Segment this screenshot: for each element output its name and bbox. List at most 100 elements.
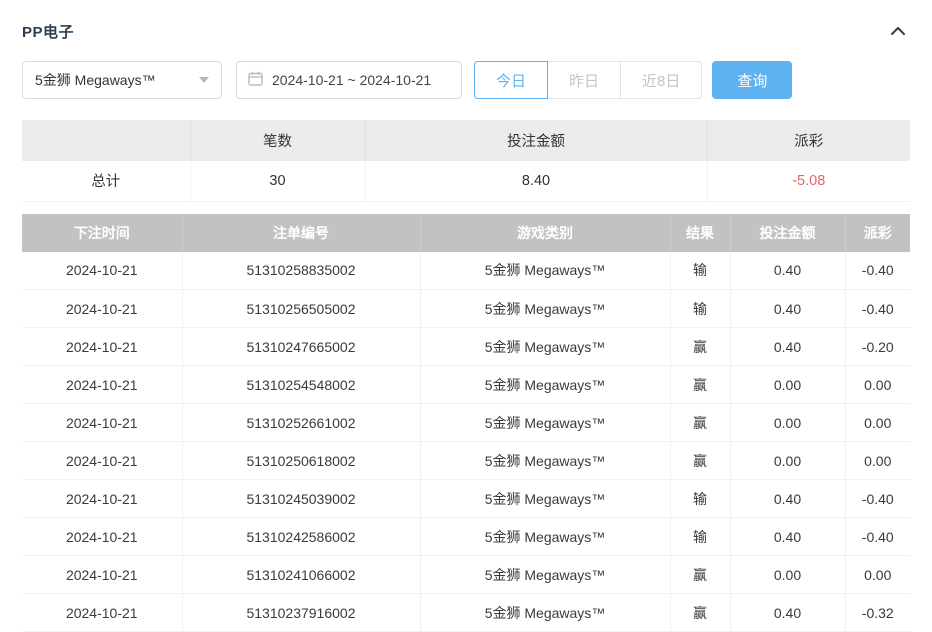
cell-game: 5金狮 Megaways™ (420, 556, 670, 594)
table-row: 2024-10-21513102410660025金狮 Megaways™赢0.… (22, 556, 910, 594)
summary-header-cell: 笔数 (190, 120, 365, 161)
cell-result: 输 (670, 252, 730, 290)
summary-header-cell: 投注金额 (365, 120, 707, 161)
summary-header-cell: 派彩 (707, 120, 910, 161)
cell-bet: 0.00 (730, 442, 845, 480)
caret-down-icon (199, 77, 209, 83)
cell-result: 赢 (670, 556, 730, 594)
bets-header-row: 下注时间注单编号游戏类别结果投注金额派彩 (22, 214, 910, 252)
cell-payout: 0.00 (845, 442, 910, 480)
table-row: 2024-10-21513102425860025金狮 Megaways™输0.… (22, 518, 910, 556)
summary-total-label: 总计 (22, 161, 190, 201)
cell-game: 5金狮 Megaways™ (420, 480, 670, 518)
cell-result: 赢 (670, 328, 730, 366)
cell-id: 51310252661002 (182, 404, 420, 442)
bets-header-cell: 下注时间 (22, 214, 182, 252)
cell-result: 输 (670, 480, 730, 518)
page-title: PP电子 (22, 21, 74, 42)
cell-result: 赢 (670, 404, 730, 442)
cell-result: 赢 (670, 594, 730, 632)
panel-header: PP电子 (22, 18, 910, 44)
quick-filter-yesterday[interactable]: 昨日 (547, 61, 621, 99)
cell-id: 51310250618002 (182, 442, 420, 480)
cell-bet: 0.40 (730, 328, 845, 366)
cell-id: 51310237916002 (182, 594, 420, 632)
cell-bet: 0.40 (730, 480, 845, 518)
cell-id: 51310242586002 (182, 518, 420, 556)
table-row: 2024-10-21513102565050025金狮 Megaways™输0.… (22, 290, 910, 328)
table-row: 2024-10-21513102588350025金狮 Megaways™输0.… (22, 252, 910, 290)
cell-id: 51310258835002 (182, 252, 420, 290)
game-select-value: 5金狮 Megaways™ (35, 70, 156, 90)
cell-time: 2024-10-21 (22, 518, 182, 556)
cell-time: 2024-10-21 (22, 594, 182, 632)
summary-bet-amount: 8.40 (365, 161, 707, 201)
bets-header-cell: 派彩 (845, 214, 910, 252)
cell-game: 5金狮 Megaways™ (420, 404, 670, 442)
cell-game: 5金狮 Megaways™ (420, 366, 670, 404)
cell-bet: 0.40 (730, 252, 845, 290)
cell-payout: 0.00 (845, 366, 910, 404)
cell-id: 51310245039002 (182, 480, 420, 518)
cell-bet: 0.00 (730, 404, 845, 442)
cell-payout: 0.00 (845, 556, 910, 594)
cell-game: 5金狮 Megaways™ (420, 290, 670, 328)
cell-id: 51310256505002 (182, 290, 420, 328)
cell-result: 赢 (670, 442, 730, 480)
cell-game: 5金狮 Megaways™ (420, 252, 670, 290)
cell-time: 2024-10-21 (22, 556, 182, 594)
cell-time: 2024-10-21 (22, 252, 182, 290)
table-row: 2024-10-21513102476650025金狮 Megaways™赢0.… (22, 328, 910, 366)
cell-payout: 0.00 (845, 404, 910, 442)
bets-header-cell: 投注金额 (730, 214, 845, 252)
collapse-panel-button[interactable] (886, 22, 910, 40)
cell-game: 5金狮 Megaways™ (420, 442, 670, 480)
table-row: 2024-10-21513102450390025金狮 Megaways™输0.… (22, 480, 910, 518)
cell-game: 5金狮 Megaways™ (420, 594, 670, 632)
cell-id: 51310247665002 (182, 328, 420, 366)
summary-header-cell (22, 120, 190, 161)
filter-bar: 5金狮 Megaways™ 2024-10-21 ~ 2024-10-21 今日… (22, 61, 910, 99)
summary-count: 30 (190, 161, 365, 201)
cell-payout: -0.20 (845, 328, 910, 366)
summary-payout: -5.08 (707, 161, 910, 201)
cell-time: 2024-10-21 (22, 290, 182, 328)
cell-time: 2024-10-21 (22, 442, 182, 480)
cell-result: 赢 (670, 366, 730, 404)
bets-table: 下注时间注单编号游戏类别结果投注金额派彩 2024-10-21513102588… (22, 214, 910, 632)
cell-payout: -0.32 (845, 594, 910, 632)
cell-bet: 0.40 (730, 290, 845, 328)
table-row: 2024-10-21513102379160025金狮 Megaways™赢0.… (22, 594, 910, 632)
cell-bet: 0.40 (730, 594, 845, 632)
cell-game: 5金狮 Megaways™ (420, 518, 670, 556)
quick-filter-group: 今日昨日近8日 (474, 61, 702, 99)
cell-payout: -0.40 (845, 480, 910, 518)
cell-time: 2024-10-21 (22, 404, 182, 442)
cell-time: 2024-10-21 (22, 328, 182, 366)
cell-time: 2024-10-21 (22, 480, 182, 518)
game-select[interactable]: 5金狮 Megaways™ (22, 61, 222, 99)
summary-total-row: 总计 30 8.40 -5.08 (22, 161, 910, 201)
chevron-up-icon (890, 24, 906, 39)
calendar-icon (248, 71, 263, 89)
bets-header-cell: 游戏类别 (420, 214, 670, 252)
search-button[interactable]: 查询 (712, 61, 792, 99)
cell-result: 输 (670, 290, 730, 328)
date-range-picker[interactable]: 2024-10-21 ~ 2024-10-21 (236, 61, 462, 99)
summary-table: 笔数投注金额派彩 总计 30 8.40 -5.08 (22, 120, 910, 202)
cell-bet: 0.00 (730, 556, 845, 594)
cell-result: 输 (670, 518, 730, 556)
pp-electronic-panel: PP电子 5金狮 Megaways™ 2024-10 (0, 0, 932, 632)
cell-payout: -0.40 (845, 252, 910, 290)
cell-payout: -0.40 (845, 518, 910, 556)
cell-bet: 0.00 (730, 366, 845, 404)
cell-time: 2024-10-21 (22, 366, 182, 404)
date-range-value: 2024-10-21 ~ 2024-10-21 (272, 72, 431, 88)
quick-filter-today[interactable]: 今日 (474, 61, 548, 99)
cell-id: 51310254548002 (182, 366, 420, 404)
table-row: 2024-10-21513102526610025金狮 Megaways™赢0.… (22, 404, 910, 442)
quick-filter-last-8-days[interactable]: 近8日 (620, 61, 702, 99)
table-row: 2024-10-21513102506180025金狮 Megaways™赢0.… (22, 442, 910, 480)
cell-bet: 0.40 (730, 518, 845, 556)
bets-header-cell: 注单编号 (182, 214, 420, 252)
